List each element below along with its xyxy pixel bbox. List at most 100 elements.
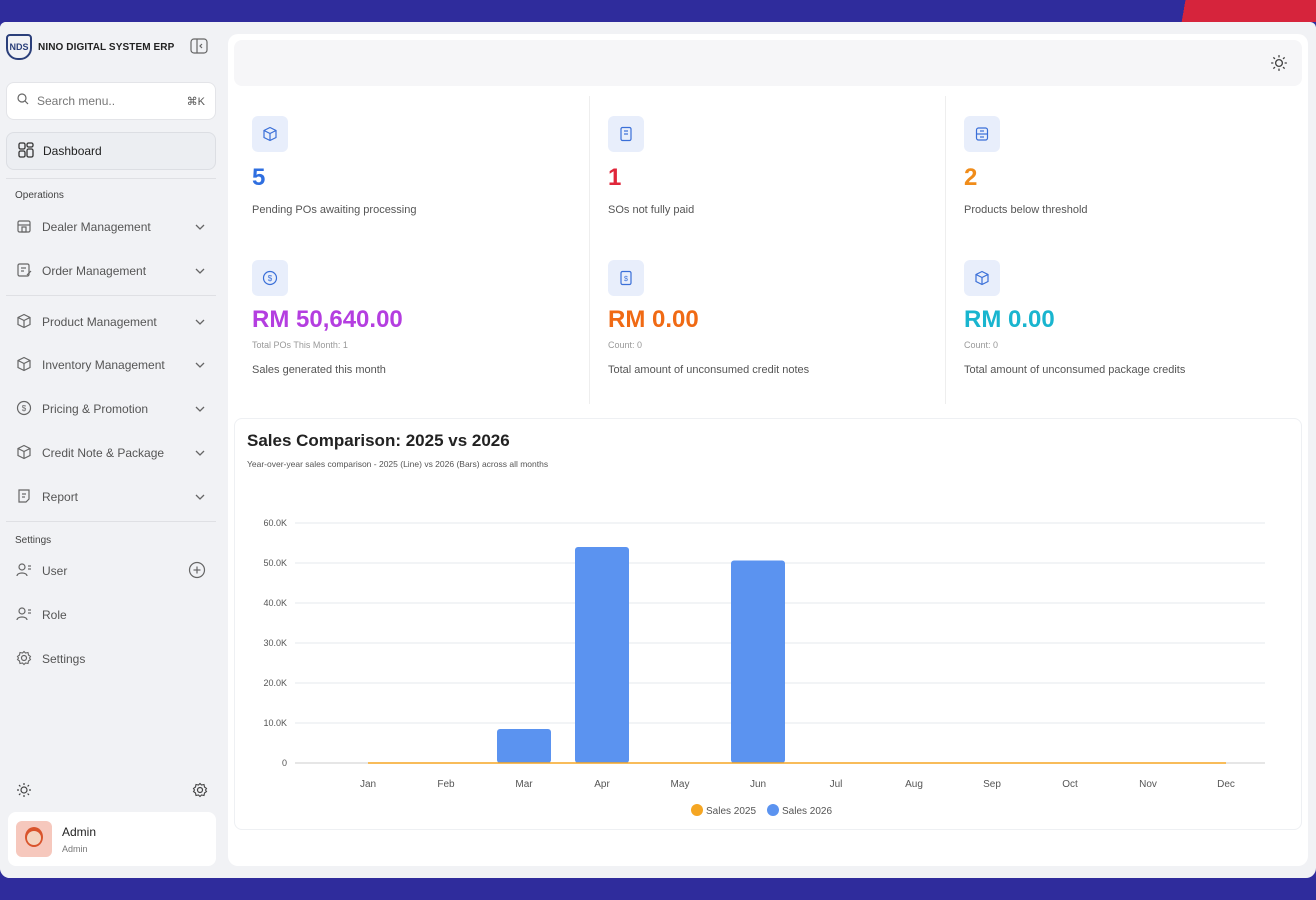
sidebar-item-product-management[interactable]: Product Management bbox=[6, 306, 216, 338]
sidebar-item-label: Product Management bbox=[42, 315, 157, 329]
store-icon bbox=[16, 218, 32, 237]
search-icon bbox=[17, 92, 29, 110]
stat-card-credit-notes: $ RM 0.00 Count: 0 Total amount of uncon… bbox=[608, 260, 809, 376]
y-tick-label: 0 bbox=[282, 758, 287, 768]
stats-grid: 5 Pending POs awaiting processing $ RM 5… bbox=[234, 96, 1302, 404]
x-tick-label: Dec bbox=[1217, 779, 1235, 790]
search-input[interactable]: Search menu.. ⌘K bbox=[6, 82, 216, 120]
sidebar-item-label: Dashboard bbox=[43, 144, 102, 158]
chevron-down-icon bbox=[194, 316, 206, 328]
stat-subtext: Total POs This Month: 1 bbox=[252, 340, 348, 350]
chevron-down-icon bbox=[194, 359, 206, 371]
sun-icon[interactable] bbox=[16, 782, 32, 803]
dollar-circle-icon: $ bbox=[16, 400, 32, 419]
brand-logo: NDS bbox=[6, 34, 32, 60]
stat-description: Products below threshold bbox=[964, 204, 1088, 216]
box-icon bbox=[252, 116, 288, 152]
brand: NDS NINO DIGITAL SYSTEM ERP bbox=[6, 34, 174, 60]
x-tick-label: Jul bbox=[830, 779, 843, 790]
avatar bbox=[16, 821, 52, 857]
stat-value: 5 bbox=[252, 164, 266, 191]
user-profile-card[interactable]: Admin Admin bbox=[8, 812, 216, 866]
divider bbox=[6, 521, 216, 522]
chevron-down-icon bbox=[194, 265, 206, 277]
add-user-icon[interactable] bbox=[188, 561, 206, 582]
sidebar-item-credit-note-package[interactable]: Credit Note & Package bbox=[6, 437, 216, 469]
sidebar-item-dashboard[interactable]: Dashboard bbox=[6, 132, 216, 170]
box-icon bbox=[964, 260, 1000, 296]
stat-card-pending-pos: 5 Pending POs awaiting processing bbox=[252, 116, 416, 216]
legend-marker bbox=[767, 804, 779, 816]
divider bbox=[6, 178, 216, 179]
background-accent bbox=[1156, 0, 1316, 22]
search-shortcut: ⌘K bbox=[186, 95, 205, 108]
sidebar-item-label: Pricing & Promotion bbox=[42, 402, 149, 416]
sidebar-item-inventory-management[interactable]: Inventory Management bbox=[6, 349, 216, 381]
legend-label: Sales 2026 bbox=[782, 806, 832, 817]
user-role: Admin bbox=[62, 843, 88, 854]
x-tick-label: Feb bbox=[437, 779, 455, 790]
stat-card-package-credits: RM 0.00 Count: 0 Total amount of unconsu… bbox=[964, 260, 1185, 376]
stat-amount: RM 0.00 bbox=[964, 306, 1055, 333]
main-content: 5 Pending POs awaiting processing $ RM 5… bbox=[228, 34, 1308, 866]
sidebar-item-label: Order Management bbox=[42, 264, 147, 278]
bar-sales-2026 bbox=[497, 729, 551, 763]
app-window: NDS NINO DIGITAL SYSTEM ERP Search menu.… bbox=[0, 22, 1316, 878]
sidebar-toggle-icon[interactable] bbox=[190, 38, 208, 54]
sidebar-item-label: Dealer Management bbox=[42, 220, 151, 234]
gear-icon[interactable] bbox=[192, 782, 208, 803]
y-tick-label: 50.0K bbox=[263, 558, 287, 568]
x-tick-label: Mar bbox=[515, 779, 533, 790]
sidebar-item-settings[interactable]: Settings bbox=[6, 643, 216, 675]
sidebar-item-user[interactable]: User bbox=[6, 555, 216, 587]
box-icon bbox=[16, 356, 32, 375]
sidebar-footer-actions bbox=[16, 782, 208, 803]
x-tick-label: May bbox=[671, 779, 690, 790]
stat-amount: RM 50,640.00 bbox=[252, 306, 403, 333]
stat-description: SOs not fully paid bbox=[608, 204, 695, 216]
stat-description: Total amount of unconsumed package credi… bbox=[964, 364, 1186, 376]
y-tick-label: 10.0K bbox=[263, 718, 287, 728]
stat-column: 1 SOs not fully paid $ RM 0.00 Count: 0 … bbox=[590, 96, 946, 404]
sidebar-item-label: Credit Note & Package bbox=[42, 446, 165, 460]
sidebar: NDS NINO DIGITAL SYSTEM ERP Search menu.… bbox=[0, 22, 226, 878]
sidebar-item-dealer-management[interactable]: Dealer Management bbox=[6, 211, 216, 243]
y-tick-label: 30.0K bbox=[263, 638, 287, 648]
stat-subtext: Count: 0 bbox=[964, 340, 999, 350]
x-tick-label: Jan bbox=[360, 779, 376, 790]
search-placeholder: Search menu.. bbox=[37, 94, 116, 108]
user-icon bbox=[16, 562, 32, 581]
y-tick-label: 40.0K bbox=[263, 598, 287, 608]
y-tick-label: 60.0K bbox=[263, 518, 287, 528]
user-name: Admin bbox=[62, 824, 97, 839]
sales-chart: 0 10.0K 20.0K 30.0K 40.0K 50.0K 60.0K Jan Feb Mar… bbox=[263, 518, 1265, 817]
sidebar-item-label: Settings bbox=[42, 652, 86, 666]
dollar-circle-icon: $ bbox=[252, 260, 288, 296]
order-icon bbox=[16, 262, 32, 281]
user-icon bbox=[16, 606, 32, 625]
sidebar-item-label: User bbox=[42, 564, 68, 578]
sales-comparison-chart-card: Sales Comparison: 2025 vs 2026 Year-over… bbox=[234, 418, 1302, 830]
x-tick-label: Aug bbox=[905, 779, 923, 790]
svg-text:$: $ bbox=[22, 404, 27, 413]
sidebar-item-role[interactable]: Role bbox=[6, 599, 216, 631]
x-tick-label: Oct bbox=[1062, 779, 1078, 790]
bar-sales-2026 bbox=[575, 547, 629, 763]
sidebar-item-pricing-promotion[interactable]: $ Pricing & Promotion bbox=[6, 393, 216, 425]
stat-description: Total amount of unconsumed credit notes bbox=[608, 364, 810, 376]
sidebar-item-order-management[interactable]: Order Management bbox=[6, 255, 216, 287]
x-tick-label: Apr bbox=[594, 779, 610, 790]
receipt-icon bbox=[608, 116, 644, 152]
top-bar bbox=[234, 40, 1302, 86]
sidebar-item-label: Inventory Management bbox=[42, 358, 165, 372]
legend-label: Sales 2025 bbox=[706, 806, 756, 817]
stat-amount: RM 0.00 bbox=[608, 306, 699, 333]
server-icon bbox=[964, 116, 1000, 152]
brand-name: NINO DIGITAL SYSTEM ERP bbox=[38, 41, 175, 53]
stat-value: 2 bbox=[964, 164, 978, 191]
stat-column: 2 Products below threshold RM 0.00 Count… bbox=[946, 96, 1302, 404]
sun-icon[interactable] bbox=[1270, 54, 1288, 72]
svg-text:$: $ bbox=[268, 274, 273, 283]
sidebar-item-report[interactable]: Report bbox=[6, 481, 216, 513]
stat-subtext: Count: 0 bbox=[608, 340, 643, 350]
